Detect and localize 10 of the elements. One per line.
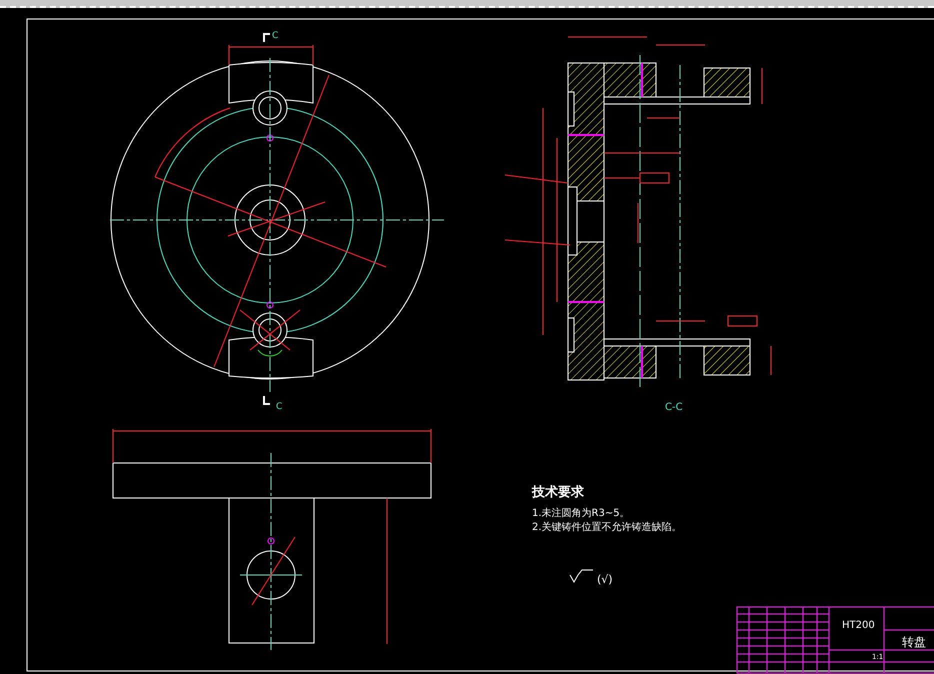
section-mark-label: C [272,31,278,41]
requirements-heading: 技术要求 [532,485,584,500]
material-label: HT200 [842,620,875,631]
roughness-note: (√) [597,573,613,586]
requirement-item: 1.未注圆角为R3~5。 [532,508,630,519]
roughness-symbol-icon [570,570,594,583]
section-view-title: C-C [665,402,683,413]
section-mark-label: C [276,402,282,412]
part-name: 转盘 [902,635,926,649]
requirement-item: 2.关键铸件位置不允许铸造缺陷。 [532,522,682,533]
